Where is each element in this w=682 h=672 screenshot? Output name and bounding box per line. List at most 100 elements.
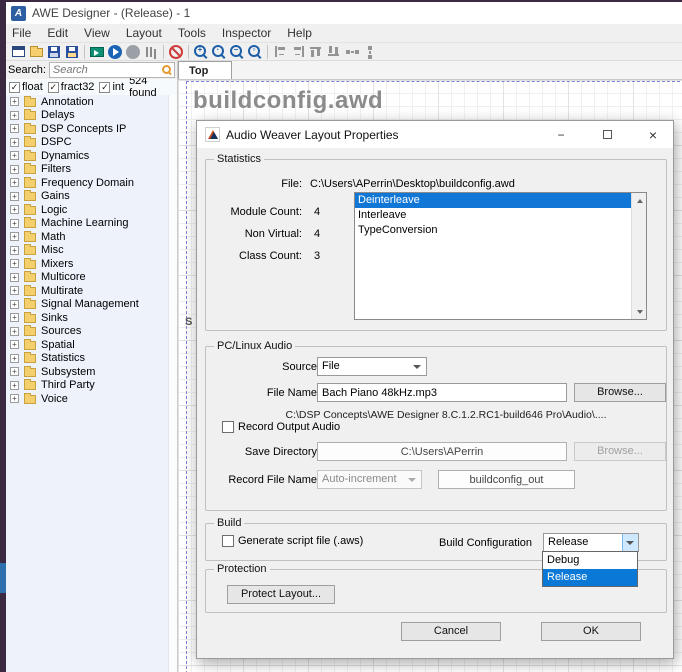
record-output-row[interactable]: Record Output Audio <box>222 421 340 433</box>
filter-int[interactable]: int <box>99 81 124 93</box>
align-top-icon[interactable] <box>307 43 325 60</box>
dialog-maximize-button[interactable] <box>587 121 627 148</box>
record-mode-combo[interactable]: Auto-increment <box>317 470 422 489</box>
expand-plus-icon[interactable] <box>10 340 19 349</box>
expand-plus-icon[interactable] <box>10 97 19 106</box>
tree-item[interactable]: Math <box>6 230 167 244</box>
dropdown-option[interactable]: Release <box>543 569 637 586</box>
file-name-input[interactable] <box>317 383 567 402</box>
save-icon[interactable] <box>45 43 63 60</box>
stop-icon[interactable] <box>124 43 142 60</box>
new-window-icon[interactable] <box>9 43 27 60</box>
expand-plus-icon[interactable] <box>10 381 19 390</box>
expand-plus-icon[interactable] <box>10 151 19 160</box>
generate-script-row[interactable]: Generate script file (.aws) <box>222 535 363 547</box>
record-output-checkbox[interactable] <box>222 421 234 433</box>
tree-item[interactable]: Sources <box>6 325 167 339</box>
tree-item[interactable]: DSPC <box>6 136 167 150</box>
tree-item[interactable]: Mixers <box>6 257 167 271</box>
expand-plus-icon[interactable] <box>10 273 19 282</box>
filter-fract32[interactable]: fract32 <box>48 81 95 93</box>
tree-item[interactable]: DSP Concepts IP <box>6 122 167 136</box>
expand-plus-icon[interactable] <box>10 111 19 120</box>
zoom-in-icon[interactable]: + <box>192 43 210 60</box>
tree-item[interactable]: Signal Management <box>6 298 167 312</box>
distribute-vertical-icon[interactable] <box>361 43 379 60</box>
run-icon[interactable] <box>106 43 124 60</box>
expand-plus-icon[interactable] <box>10 313 19 322</box>
tree-item[interactable]: Delays <box>6 109 167 123</box>
dialog-close-button[interactable]: × <box>633 121 673 148</box>
expand-plus-icon[interactable] <box>10 165 19 174</box>
zoom-reset-icon[interactable]: · <box>210 43 228 60</box>
disconnect-icon[interactable] <box>167 43 185 60</box>
expand-plus-icon[interactable] <box>10 205 19 214</box>
tree-item[interactable]: Machine Learning <box>6 217 167 231</box>
expand-plus-icon[interactable] <box>10 192 19 201</box>
expand-plus-icon[interactable] <box>10 246 19 255</box>
scroll-up-icon[interactable] <box>632 193 647 208</box>
protect-layout-button[interactable]: Protect Layout... <box>227 585 335 604</box>
class-list-item[interactable]: Interleave <box>355 208 631 223</box>
scroll-down-icon[interactable] <box>632 304 647 319</box>
left-scrollbar-thumb[interactable] <box>0 563 6 593</box>
dropdown-option[interactable]: Debug <box>543 552 637 569</box>
tree-item[interactable]: Multicore <box>6 271 167 285</box>
browse-button[interactable]: Browse... <box>574 383 666 402</box>
build-layout-icon[interactable] <box>88 43 106 60</box>
tree-item[interactable]: Spatial <box>6 338 167 352</box>
filter-float[interactable]: float <box>9 81 43 93</box>
dialog-titlebar[interactable]: Audio Weaver Layout Properties − × <box>197 121 673 148</box>
expand-plus-icon[interactable] <box>10 354 19 363</box>
tree-item[interactable]: Multirate <box>6 284 167 298</box>
expand-plus-icon[interactable] <box>10 232 19 241</box>
build-config-combo[interactable]: Release <box>543 533 639 552</box>
float-checkbox[interactable] <box>9 82 20 93</box>
dialog-minimize-button[interactable]: − <box>541 121 581 148</box>
tree-item[interactable]: Frequency Domain <box>6 176 167 190</box>
menu-item[interactable]: Edit <box>39 24 76 42</box>
tree-item[interactable]: Misc <box>6 244 167 258</box>
tree-item[interactable]: Annotation <box>6 95 167 109</box>
expand-plus-icon[interactable] <box>10 286 19 295</box>
browse-save-dir-button[interactable]: Browse... <box>574 442 666 461</box>
align-left-icon[interactable] <box>271 43 289 60</box>
save-directory-field[interactable] <box>317 442 567 461</box>
tree-item[interactable]: Statistics <box>6 352 167 366</box>
menu-item[interactable]: Inspector <box>214 24 279 42</box>
fract32-checkbox[interactable] <box>48 82 59 93</box>
menu-item[interactable]: Tools <box>170 24 214 42</box>
menu-item[interactable]: Layout <box>118 24 170 42</box>
expand-plus-icon[interactable] <box>10 178 19 187</box>
expand-plus-icon[interactable] <box>10 394 19 403</box>
distribute-horizontal-icon[interactable] <box>343 43 361 60</box>
zoom-fit-icon[interactable]: ▫ <box>246 43 264 60</box>
cancel-button[interactable]: Cancel <box>401 622 501 641</box>
expand-plus-icon[interactable] <box>10 327 19 336</box>
expand-plus-icon[interactable] <box>10 124 19 133</box>
tree-item[interactable]: Gains <box>6 190 167 204</box>
tree-item[interactable]: Logic <box>6 203 167 217</box>
ok-button[interactable]: OK <box>541 622 641 641</box>
search-input[interactable] <box>49 62 175 78</box>
tree-item[interactable]: Voice <box>6 392 167 406</box>
open-folder-icon[interactable] <box>27 43 45 60</box>
int-checkbox[interactable] <box>99 82 110 93</box>
menu-item[interactable]: File <box>6 24 39 42</box>
generate-script-checkbox[interactable] <box>222 535 234 547</box>
menu-item[interactable]: Help <box>279 24 320 42</box>
tree-item[interactable]: Filters <box>6 163 167 177</box>
expand-plus-icon[interactable] <box>10 300 19 309</box>
source-combo[interactable]: File <box>317 357 427 376</box>
record-file-name-field[interactable] <box>438 470 575 489</box>
tree-item[interactable]: Dynamics <box>6 149 167 163</box>
tree-scrollbar[interactable] <box>168 95 177 672</box>
tree-item[interactable]: Third Party <box>6 379 167 393</box>
search-magnifier-icon[interactable] <box>162 65 172 75</box>
expand-plus-icon[interactable] <box>10 367 19 376</box>
tree-item[interactable]: Subsystem <box>6 365 167 379</box>
expand-plus-icon[interactable] <box>10 138 19 147</box>
tree-item[interactable]: Sinks <box>6 311 167 325</box>
save-as-icon[interactable] <box>63 43 81 60</box>
class-list-item[interactable]: Deinterleave <box>355 193 631 208</box>
